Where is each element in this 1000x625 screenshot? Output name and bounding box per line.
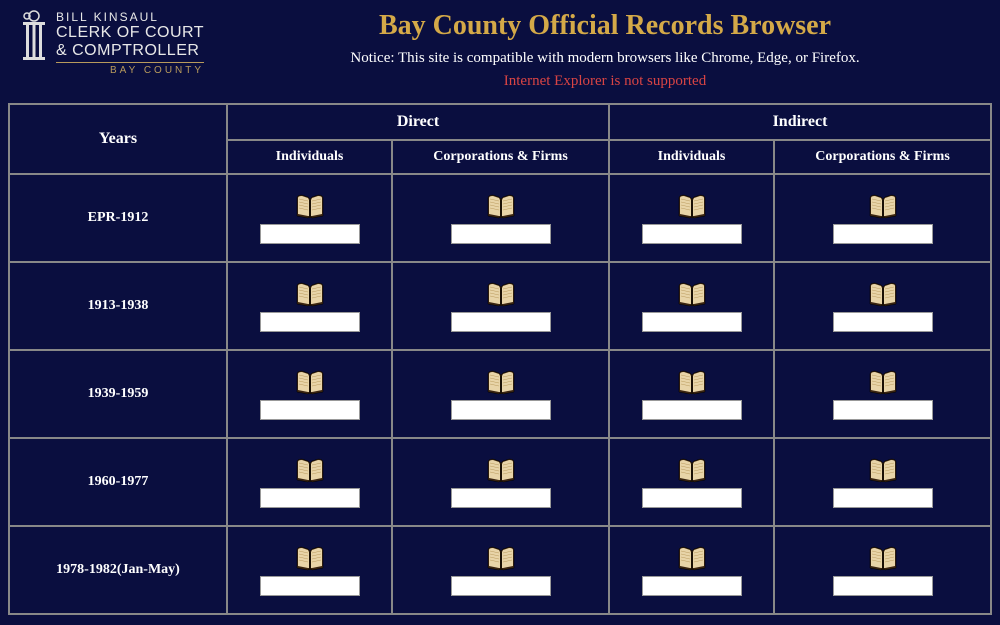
record-cell bbox=[609, 438, 774, 526]
direct-corporations-header: Corporations & Firms bbox=[392, 140, 609, 174]
search-input[interactable] bbox=[260, 400, 360, 420]
search-input[interactable] bbox=[642, 224, 742, 244]
logo-name: BILL KINSAUL bbox=[56, 10, 204, 24]
book-icon[interactable] bbox=[295, 544, 325, 572]
logo-title-2: & COMPTROLLER bbox=[56, 42, 204, 60]
year-cell: 1913-1938 bbox=[9, 262, 227, 350]
header: BILL KINSAUL CLERK OF COURT & COMPTROLLE… bbox=[0, 0, 1000, 95]
record-cell bbox=[774, 350, 991, 438]
book-icon[interactable] bbox=[295, 456, 325, 484]
book-icon[interactable] bbox=[486, 280, 516, 308]
record-cell bbox=[227, 526, 392, 614]
record-cell bbox=[609, 174, 774, 262]
search-input[interactable] bbox=[833, 224, 933, 244]
record-cell bbox=[227, 438, 392, 526]
logo: BILL KINSAUL CLERK OF COURT & COMPTROLLE… bbox=[20, 10, 230, 76]
page-title: Bay County Official Records Browser bbox=[230, 10, 980, 42]
year-cell: 1978-1982(Jan-May) bbox=[9, 526, 227, 614]
table-row: EPR-1912 bbox=[9, 174, 991, 262]
search-input[interactable] bbox=[642, 488, 742, 508]
record-cell bbox=[392, 262, 609, 350]
logo-county: BAY COUNTY bbox=[56, 65, 204, 76]
year-cell: EPR-1912 bbox=[9, 174, 227, 262]
book-icon[interactable] bbox=[677, 368, 707, 396]
browser-notice: Notice: This site is compatible with mod… bbox=[230, 50, 980, 67]
record-cell bbox=[774, 262, 991, 350]
search-input[interactable] bbox=[833, 400, 933, 420]
year-cell: 1960-1977 bbox=[9, 438, 227, 526]
book-icon[interactable] bbox=[868, 280, 898, 308]
search-input[interactable] bbox=[833, 576, 933, 596]
search-input[interactable] bbox=[833, 312, 933, 332]
years-header: Years bbox=[9, 104, 227, 174]
book-icon[interactable] bbox=[295, 192, 325, 220]
search-input[interactable] bbox=[260, 488, 360, 508]
search-input[interactable] bbox=[260, 312, 360, 332]
table-row: 1939-1959 bbox=[9, 350, 991, 438]
search-input[interactable] bbox=[451, 576, 551, 596]
record-cell bbox=[227, 350, 392, 438]
record-cell bbox=[774, 526, 991, 614]
book-icon[interactable] bbox=[677, 544, 707, 572]
record-cell bbox=[609, 262, 774, 350]
record-cell bbox=[392, 438, 609, 526]
search-input[interactable] bbox=[642, 576, 742, 596]
indirect-corporations-header: Corporations & Firms bbox=[774, 140, 991, 174]
book-icon[interactable] bbox=[486, 544, 516, 572]
search-input[interactable] bbox=[642, 312, 742, 332]
logo-title-1: CLERK OF COURT bbox=[56, 24, 204, 42]
records-table: Years Direct Indirect Individuals Corpor… bbox=[8, 103, 992, 615]
record-cell bbox=[227, 174, 392, 262]
search-input[interactable] bbox=[260, 576, 360, 596]
direct-individuals-header: Individuals bbox=[227, 140, 392, 174]
search-input[interactable] bbox=[451, 400, 551, 420]
search-input[interactable] bbox=[642, 400, 742, 420]
record-cell bbox=[774, 438, 991, 526]
indirect-individuals-header: Individuals bbox=[609, 140, 774, 174]
book-icon[interactable] bbox=[868, 368, 898, 396]
search-input[interactable] bbox=[260, 224, 360, 244]
record-cell bbox=[392, 174, 609, 262]
record-cell bbox=[609, 526, 774, 614]
book-icon[interactable] bbox=[486, 456, 516, 484]
book-icon[interactable] bbox=[868, 192, 898, 220]
table-row: 1960-1977 bbox=[9, 438, 991, 526]
book-icon[interactable] bbox=[677, 456, 707, 484]
table-row: 1978-1982(Jan-May) bbox=[9, 526, 991, 614]
table-row: 1913-1938 bbox=[9, 262, 991, 350]
search-input[interactable] bbox=[451, 224, 551, 244]
book-icon[interactable] bbox=[486, 192, 516, 220]
column-icon bbox=[20, 10, 48, 60]
book-icon[interactable] bbox=[677, 280, 707, 308]
record-cell bbox=[227, 262, 392, 350]
book-icon[interactable] bbox=[868, 544, 898, 572]
book-icon[interactable] bbox=[868, 456, 898, 484]
book-icon[interactable] bbox=[677, 192, 707, 220]
indirect-header: Indirect bbox=[609, 104, 991, 140]
year-cell: 1939-1959 bbox=[9, 350, 227, 438]
book-icon[interactable] bbox=[486, 368, 516, 396]
record-cell bbox=[392, 350, 609, 438]
book-icon[interactable] bbox=[295, 368, 325, 396]
search-input[interactable] bbox=[451, 312, 551, 332]
record-cell bbox=[609, 350, 774, 438]
ie-warning: Internet Explorer is not supported bbox=[230, 73, 980, 90]
search-input[interactable] bbox=[833, 488, 933, 508]
record-cell bbox=[392, 526, 609, 614]
search-input[interactable] bbox=[451, 488, 551, 508]
record-cell bbox=[774, 174, 991, 262]
direct-header: Direct bbox=[227, 104, 609, 140]
book-icon[interactable] bbox=[295, 280, 325, 308]
